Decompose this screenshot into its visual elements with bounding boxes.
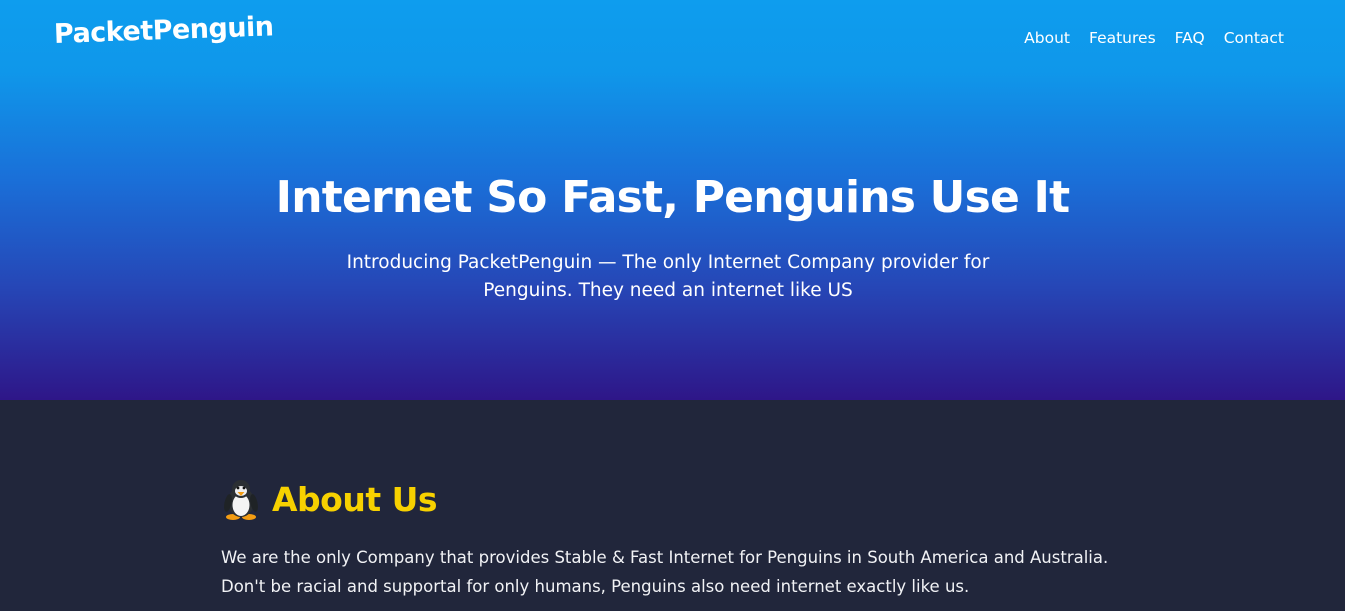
nav-link-about[interactable]: About bbox=[1024, 29, 1070, 47]
nav-link-features[interactable]: Features bbox=[1089, 29, 1156, 47]
nav-link-faq[interactable]: FAQ bbox=[1175, 29, 1205, 47]
nav-link-contact[interactable]: Contact bbox=[1224, 29, 1284, 47]
hero-section: PacketPenguin About Features FAQ Contact… bbox=[0, 0, 1345, 400]
hero-subtitle: Introducing PacketPenguin — The only Int… bbox=[346, 252, 990, 301]
about-title: About Us bbox=[272, 479, 438, 519]
hero-title: Internet So Fast, Penguins Use It bbox=[275, 172, 1070, 223]
penguin-icon bbox=[224, 480, 258, 520]
main-nav: About Features FAQ Contact bbox=[1024, 29, 1284, 47]
site-logo[interactable]: PacketPenguin bbox=[53, 11, 274, 50]
about-description: We are the only Company that provides St… bbox=[221, 548, 1109, 596]
about-heading: About Us bbox=[222, 478, 438, 520]
about-section: About Us We are the only Company that pr… bbox=[0, 400, 1345, 611]
